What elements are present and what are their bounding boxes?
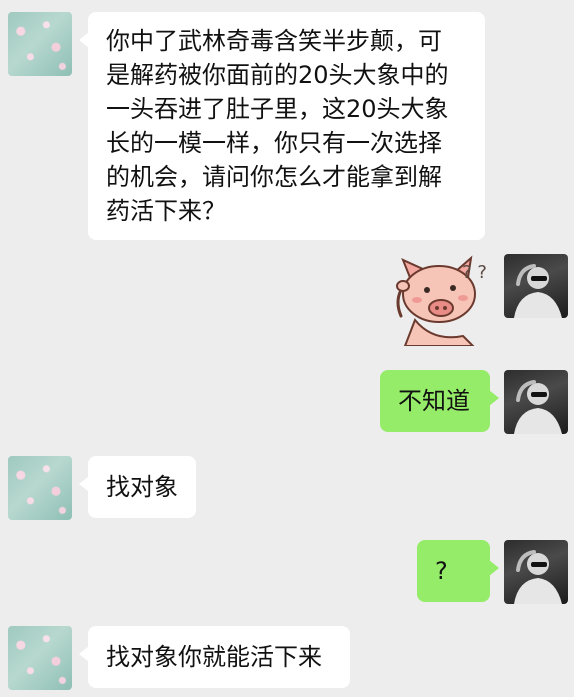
message-text: ? bbox=[435, 557, 448, 585]
message-line: 是解药被你面前的20头大象中的 bbox=[106, 61, 449, 89]
person-icon bbox=[514, 550, 562, 604]
user-avatar[interactable] bbox=[504, 540, 568, 604]
message-line: 药活下来？ bbox=[106, 197, 226, 225]
message-text: 找对象 bbox=[106, 473, 178, 501]
chat-conversation: 你中了武林奇毒含笑半步颠，可 是解药被你面前的20头大象中的 一头吞进了肚子里，… bbox=[0, 0, 574, 697]
message-text: 不知道 bbox=[398, 387, 470, 415]
incoming-message-bubble[interactable]: 找对象 bbox=[79, 456, 196, 518]
contact-avatar[interactable] bbox=[8, 12, 72, 76]
incoming-message-bubble[interactable]: 找对象你就能活下来 bbox=[79, 626, 350, 688]
sticker-question-marks: ? ? bbox=[462, 262, 487, 283]
message-line: 你中了武林奇毒含笑半步颠，可 bbox=[106, 27, 442, 55]
message-line: 的机会，请问你怎么才能拿到解 bbox=[106, 163, 442, 191]
outgoing-message-bubble[interactable]: 不知道 bbox=[380, 370, 499, 432]
incoming-message-bubble[interactable]: 你中了武林奇毒含笑半步颠，可 是解药被你面前的20头大象中的 一头吞进了肚子里，… bbox=[79, 12, 485, 240]
message-text: 找对象你就能活下来 bbox=[106, 643, 322, 671]
user-avatar[interactable] bbox=[504, 370, 568, 434]
message-line: 长的一模一样，你只有一次选择 bbox=[106, 129, 442, 157]
contact-avatar[interactable] bbox=[8, 456, 72, 520]
message-line: 一头吞进了肚子里，这20头大象 bbox=[106, 95, 449, 123]
person-icon bbox=[514, 264, 562, 318]
user-avatar[interactable] bbox=[504, 254, 568, 318]
confused-pig-sticker[interactable]: ? ? bbox=[393, 250, 493, 347]
outgoing-message-bubble[interactable]: ? bbox=[417, 540, 499, 602]
contact-avatar[interactable] bbox=[8, 626, 72, 690]
person-icon bbox=[514, 380, 562, 434]
